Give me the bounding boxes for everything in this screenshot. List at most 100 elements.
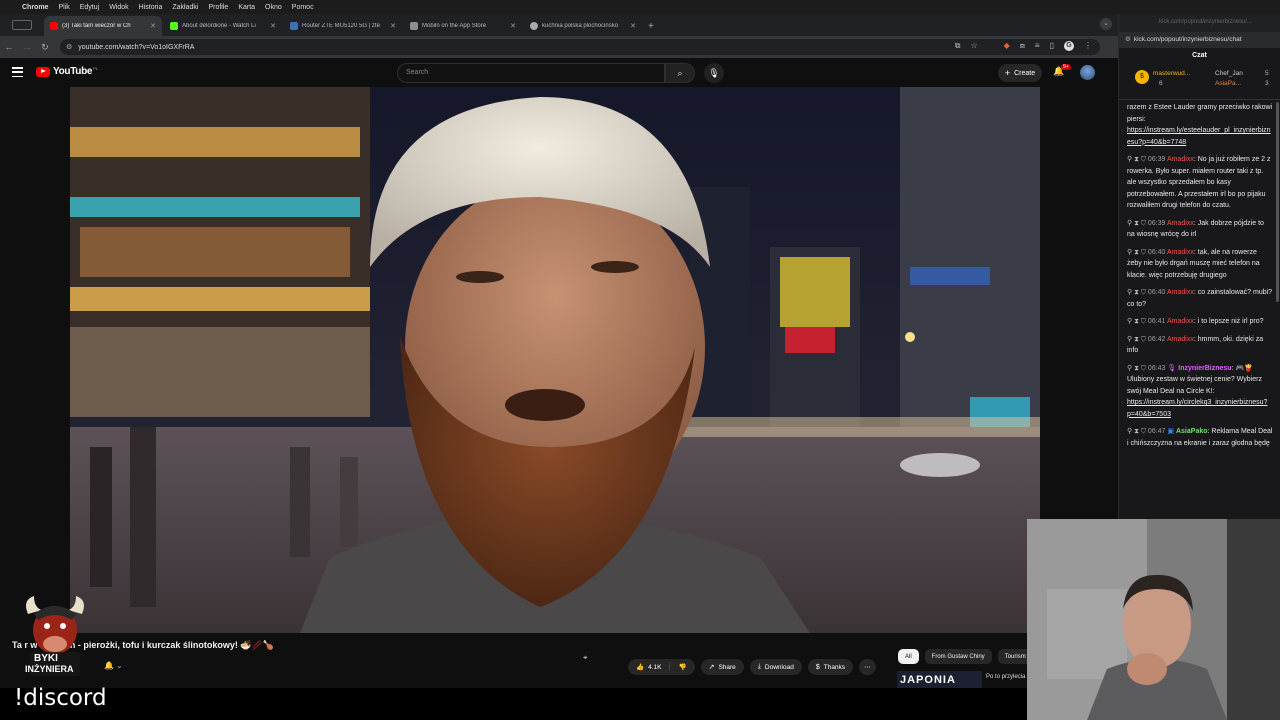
pin-icon[interactable]: ⚲ ⧗ ⛉ [1127, 220, 1148, 227]
download-button[interactable]: ⤓ Download [749, 659, 802, 675]
install-app-icon[interactable]: ⧉ [955, 41, 961, 51]
chat-message: ⚲ ⧗ ⛉ 06:41 Amadixx: i to lepsze niż irl… [1127, 318, 1264, 325]
account-avatar[interactable] [1080, 65, 1095, 80]
back-arrow-icon[interactable]: ← [0, 42, 18, 52]
menu-item-edit[interactable]: Edytuj [80, 4, 99, 11]
voice-search-icon[interactable]: 🎙 [704, 63, 724, 83]
browser-tab-strip: (3) Taki tam wieczór w Ch ✕ About delord… [0, 14, 1118, 36]
macos-menu-bar: Chrome Plik Edytuj Widok Historia Zakład… [0, 0, 1280, 14]
menu-item-profiles[interactable]: Profile [208, 4, 228, 11]
search-input[interactable]: Search [397, 63, 665, 83]
share-button[interactable]: ↗ Share [700, 659, 744, 675]
thanks-icon: $ [815, 663, 820, 671]
webcam-overlay [1027, 519, 1280, 720]
reload-icon[interactable]: ↻ [36, 42, 54, 53]
tab-list-chevron-icon[interactable]: ⌄ [1100, 18, 1112, 30]
menu-item-history[interactable]: Historia [139, 4, 163, 11]
chat-messages[interactable]: razem z Estee Lauder gramy przeciwko rak… [1119, 102, 1280, 520]
create-button[interactable]: + Create [998, 64, 1042, 82]
menu-item-view[interactable]: Widok [109, 4, 128, 11]
pin-icon[interactable]: ⚲ ⧗ ⛉ [1127, 156, 1148, 163]
close-tab-icon[interactable]: ✕ [390, 22, 396, 30]
new-tab-button[interactable]: + [648, 21, 654, 36]
extension-icon[interactable]: ◆ [1004, 41, 1010, 51]
youtube-logo[interactable]: YouTube PL [36, 66, 98, 77]
search-icon: ⌕ [677, 68, 683, 78]
profile-avatar-icon[interactable]: G [1064, 41, 1074, 51]
chat-header: Czat [1192, 52, 1207, 59]
leader-2-count: 5 [1265, 70, 1269, 77]
leader-1-name[interactable]: masterwud... [1153, 70, 1190, 77]
pin-icon[interactable]: ⚲ ⧗ ⛉ [1127, 336, 1148, 343]
menu-item-help[interactable]: Pomoc [292, 4, 314, 11]
dislike-button[interactable]: 👎 [670, 663, 694, 671]
tab-search-icon[interactable] [12, 20, 32, 30]
video-player[interactable] [70, 87, 1040, 633]
search-button[interactable]: ⌕ [665, 63, 695, 83]
forward-arrow-icon[interactable]: → [18, 42, 36, 52]
kick-favicon-icon [170, 22, 178, 30]
chat-message: ⚲ ⧗ ⛉ 06:39 Amadixx: Jak dobrze pójdzie … [1127, 219, 1264, 239]
pin-icon[interactable]: ⚲ ⧗ ⛉ [1127, 249, 1148, 256]
address-bar[interactable]: ⚙ youtube.com/watch?v=Vo1oIGXFrRA ⧉ ☆ ◆ … [60, 39, 1100, 55]
mouse-cursor-icon: ⌖ [583, 653, 588, 662]
more-actions-button[interactable]: ⋯ [859, 659, 876, 675]
chat-window-titlebar: kick.com/popout/inzynierbiznesu/... [1119, 14, 1280, 32]
chip-all[interactable]: All [898, 649, 919, 664]
chat-link[interactable]: https://instream.ly/esteelauder_pl_inzyn… [1127, 127, 1271, 146]
logo-text-inzyniera: INŻYNIERA [25, 664, 74, 674]
more-menu-icon[interactable]: ⋮ [1084, 41, 1092, 51]
tab-title: Router ZTE MU5120 5G | zte [302, 23, 380, 29]
recommended-video-title[interactable]: Po to przylecia [986, 674, 1025, 680]
recommended-video-thumbnail[interactable]: JAPONIA [897, 671, 982, 689]
chat-url-bar[interactable]: ⚙ kick.com/popout/inzynierbiznesu/chat [1119, 32, 1280, 48]
leader-1-count: 6 [1159, 80, 1163, 87]
close-tab-icon[interactable]: ✕ [510, 22, 516, 30]
pin-icon[interactable]: ⚲ ⧗ ⛉ [1127, 365, 1148, 372]
browser-toolbar: ← → ↻ ⚙ youtube.com/watch?v=Vo1oIGXFrRA … [0, 36, 1118, 58]
thanks-button[interactable]: $ Thanks [807, 659, 854, 675]
close-tab-icon[interactable]: ✕ [630, 22, 636, 30]
pin-icon[interactable]: ⚲ ⧗ ⛉ [1127, 428, 1148, 435]
chat-message: ⚲ ⧗ ⛉ 06:42 Amadixx: hmmm, oki. dzięki z… [1127, 335, 1264, 355]
split-view-icon[interactable]: ▯ [1050, 41, 1054, 51]
tab-app-store[interactable]: Mobiln on the App Store ✕ [404, 16, 522, 36]
close-tab-icon[interactable]: ✕ [270, 22, 276, 30]
extensions-puzzle-icon[interactable]: ⧈ [1020, 41, 1025, 51]
menu-item-tab[interactable]: Karta [238, 4, 255, 11]
pin-icon[interactable]: ⚲ ⧗ ⛉ [1127, 289, 1148, 296]
chat-message: ⚲ ⧗ ⛉ 06:40 Amadixx: co zainstalować? mu… [1127, 289, 1273, 308]
webcam-image [1027, 519, 1280, 720]
reading-list-icon[interactable]: ≡ [1035, 41, 1040, 51]
youtube-header: YouTube PL Search ⌕ 🎙 + Create 🔔 9+ [0, 58, 1118, 88]
site-info-icon[interactable]: ⚙ [66, 43, 72, 51]
chip-from-channel[interactable]: From Gustaw Chiny [924, 649, 992, 664]
leader-3-name[interactable]: AsiaPa... [1215, 80, 1241, 87]
menu-item-bookmarks[interactable]: Zakładki [172, 4, 198, 11]
menu-app-name[interactable]: Chrome [22, 4, 48, 11]
subscribe-bell-icon[interactable]: 🔔 ⌄ [104, 661, 123, 670]
tab-router[interactable]: Router ZTE MU5120 5G | zte ✕ [284, 16, 402, 36]
mic-icon: 🎙 [1167, 364, 1177, 372]
leader-3-count: 3 [1265, 80, 1269, 87]
chat-message: ⚲ ⧗ ⛉ 06:40 Amadixx: tak, ale na rowerze… [1127, 248, 1260, 279]
video-frame-image [70, 87, 1040, 633]
tab-youtube[interactable]: (3) Taki tam wieczór w Ch ✕ [44, 16, 162, 36]
download-icon: ⤓ [757, 663, 761, 670]
plus-icon: + [1004, 68, 1011, 78]
chat-scrollbar[interactable] [1276, 102, 1279, 302]
pin-icon[interactable]: ⚲ ⧗ ⛉ [1127, 318, 1148, 325]
close-tab-icon[interactable]: ✕ [150, 22, 156, 30]
bookmark-star-icon[interactable]: ☆ [971, 41, 978, 51]
menu-item-window[interactable]: Okno [265, 4, 282, 11]
menu-item-file[interactable]: Plik [58, 4, 69, 11]
hamburger-menu-icon[interactable] [12, 67, 23, 77]
tab-kick[interactable]: About delordione - Watch Li ✕ [164, 16, 282, 36]
like-button[interactable]: 👍 4.1K [628, 663, 671, 671]
tab-title: About delordione - Watch Li [182, 23, 256, 29]
chat-link[interactable]: https://instream.ly/circlekq3_inzynierbi… [1127, 399, 1267, 418]
tab-google-search[interactable]: kuchnia polska plochocinsko ✕ [524, 16, 642, 36]
leader-2-name[interactable]: Chef_Jan [1215, 70, 1243, 77]
site-info-icon[interactable]: ⚙ [1125, 36, 1131, 43]
notification-badge: 9+ [1061, 64, 1071, 70]
